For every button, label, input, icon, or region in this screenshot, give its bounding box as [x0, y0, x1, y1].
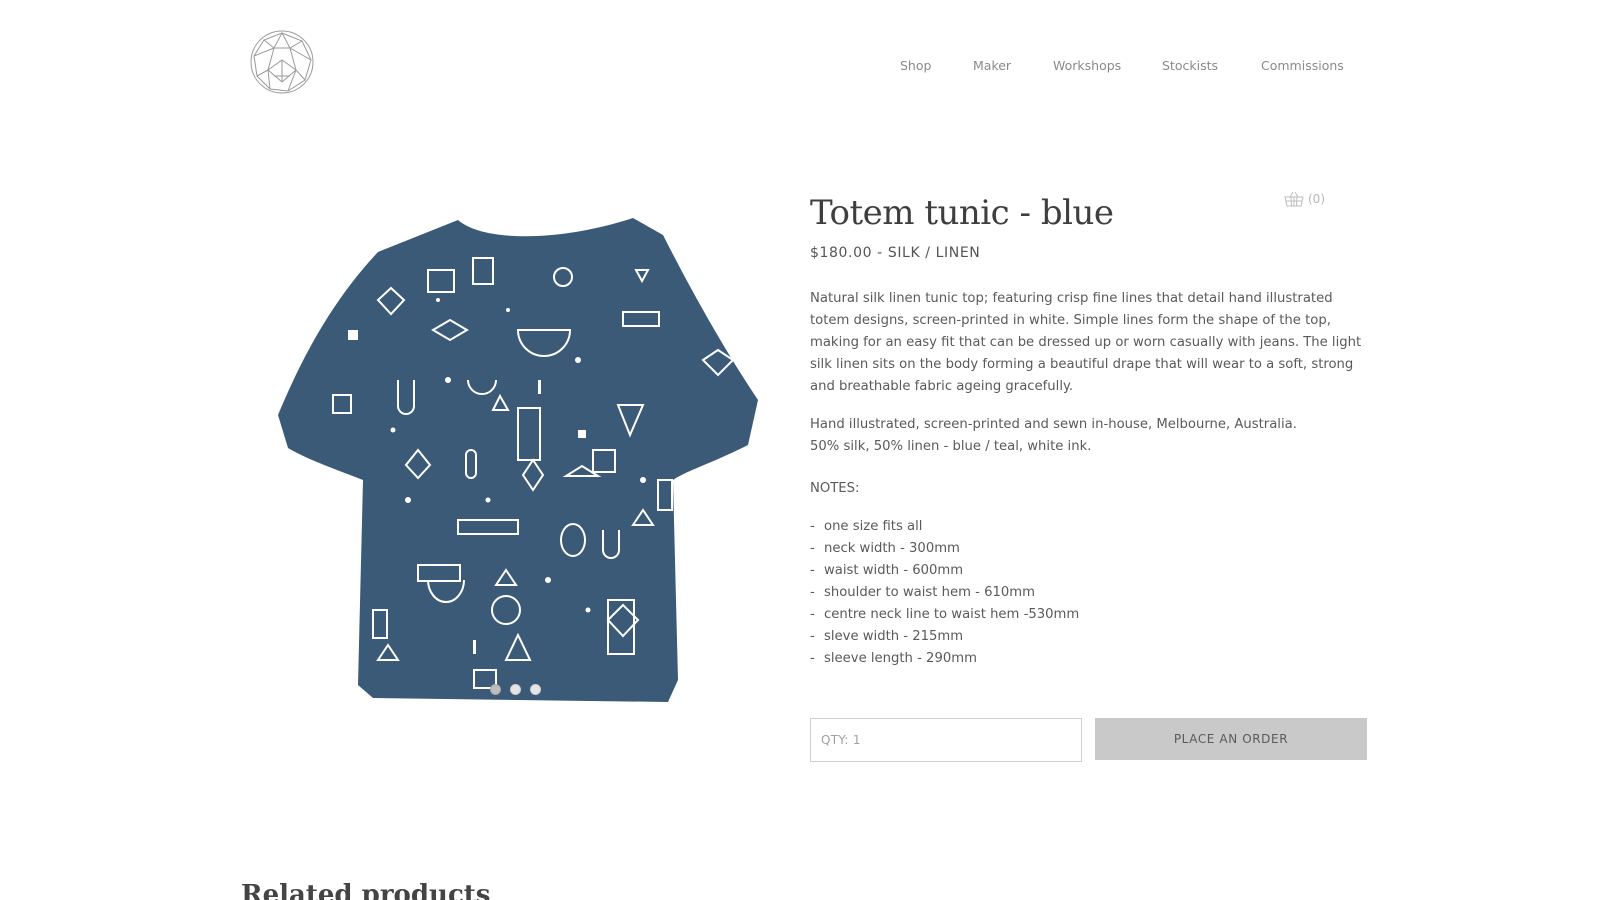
note-text: sleeve length - 290mm	[824, 651, 977, 666]
nav-item-commissions[interactable]: Commissions	[1261, 58, 1344, 73]
notes-label: NOTES:	[810, 481, 860, 496]
related-products-heading: Related products	[241, 880, 491, 900]
product-origin: Hand illustrated, screen-printed and sew…	[810, 414, 1370, 458]
nav-item-stockists[interactable]: Stockists	[1162, 58, 1218, 73]
quantity-input[interactable]	[810, 718, 1082, 762]
list-item: - sleve width - 215mm	[810, 629, 964, 644]
list-item: - shoulder to waist hem - 610mm	[810, 585, 1035, 600]
note-text: sleve width - 215mm	[824, 629, 964, 644]
product-image[interactable]	[278, 180, 768, 710]
product-price: $180.00 - SILK / LINEN	[810, 245, 981, 261]
cart-count: (0)	[1308, 192, 1325, 206]
product-made-in: Hand illustrated, screen-printed and sew…	[810, 417, 1297, 432]
note-text: shoulder to waist hem - 610mm	[824, 585, 1035, 600]
place-order-button[interactable]: PLACE AN ORDER	[1095, 718, 1367, 760]
nav-item-maker[interactable]: Maker	[973, 58, 1011, 73]
list-item: - waist width - 600mm	[810, 563, 964, 578]
carousel-dot-1[interactable]	[490, 684, 501, 695]
carousel-dot-2[interactable]	[510, 684, 521, 695]
list-item: - centre neck line to waist hem -530mm	[810, 607, 1080, 622]
main-nav: Shop Maker Workshops Stockists Commissio…	[0, 58, 1600, 78]
image-carousel-dots	[490, 684, 541, 698]
tunic-product-image	[278, 218, 758, 702]
note-text: neck width - 300mm	[824, 541, 960, 556]
product-description: Natural silk linen tunic top; featuring …	[810, 291, 1362, 394]
notes-list: - one size fits all - neck width - 300mm -…	[810, 516, 1079, 670]
carousel-dot-3[interactable]	[530, 684, 541, 695]
list-item: - sleeve length - 290mm	[810, 651, 977, 666]
nav-item-shop[interactable]: Shop	[900, 58, 931, 73]
nav-item-workshops[interactable]: Workshops	[1053, 58, 1121, 73]
note-text: centre neck line to waist hem -530mm	[824, 607, 1080, 622]
note-text: waist width - 600mm	[824, 563, 964, 578]
product-title: Totem tunic - blue	[810, 193, 1114, 233]
list-item: - one size fits all	[810, 519, 923, 534]
note-text: one size fits all	[824, 519, 923, 534]
cart-link[interactable]: (0)	[1284, 190, 1325, 208]
list-item: - neck width - 300mm	[810, 541, 960, 556]
product-composition: 50% silk, 50% linen - blue / teal, white…	[810, 439, 1092, 454]
basket-icon	[1284, 191, 1304, 207]
